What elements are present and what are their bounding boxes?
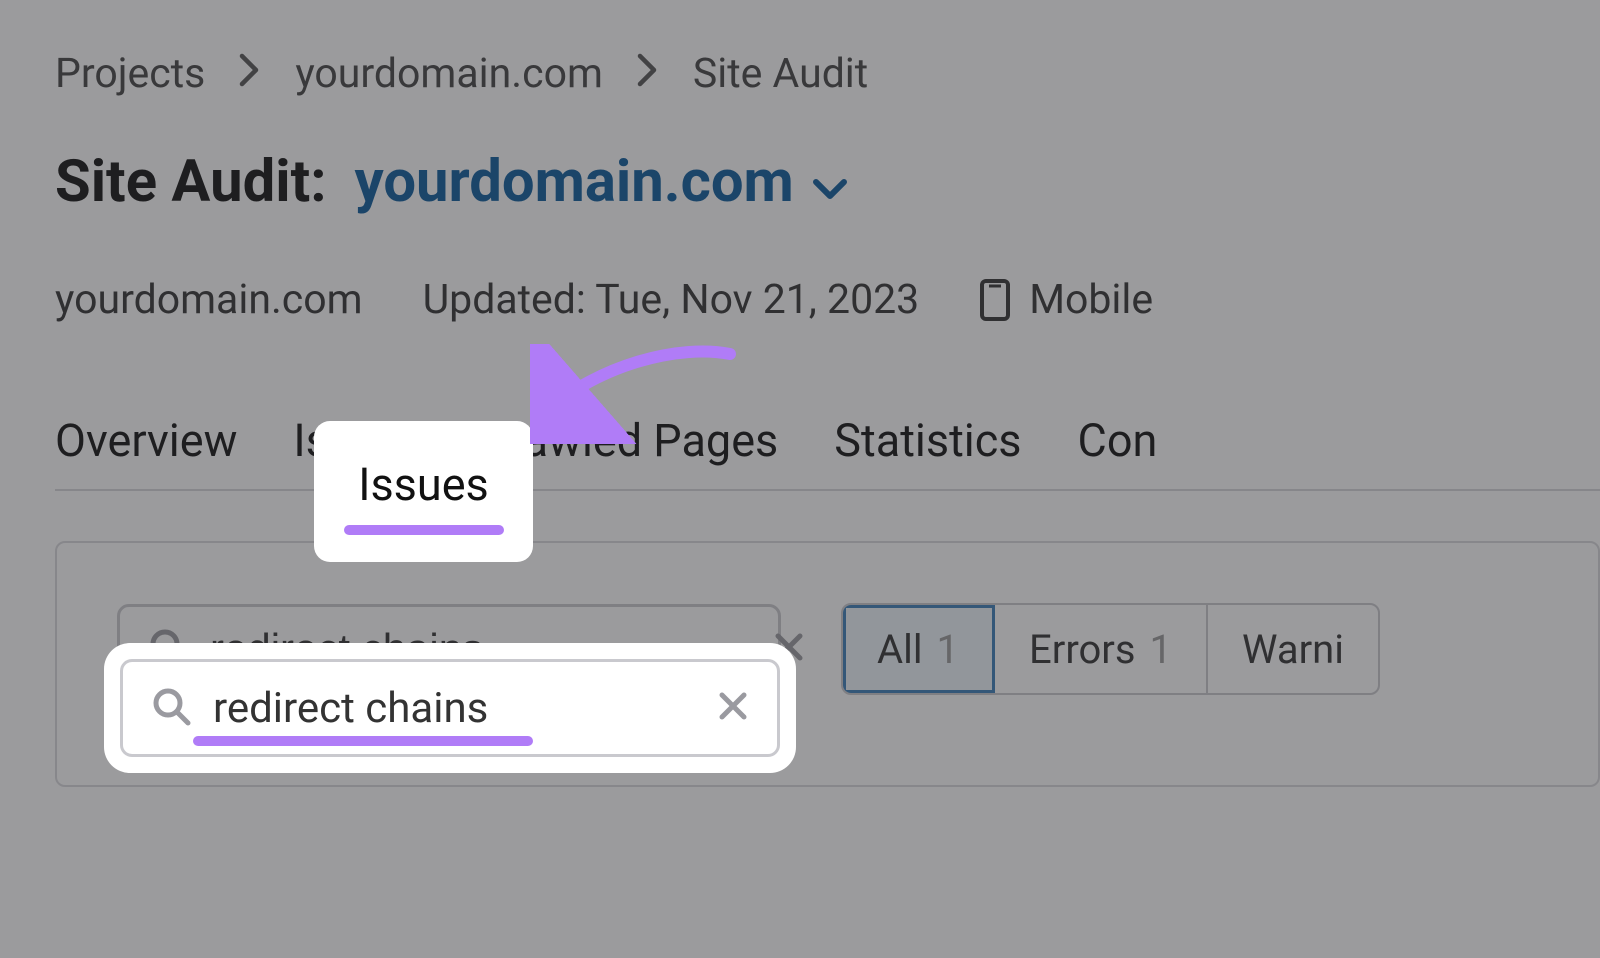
chevron-right-icon	[239, 50, 261, 98]
filter-warnings-label: Warni	[1242, 626, 1344, 673]
meta-device: Mobile	[979, 276, 1153, 324]
filter-all[interactable]: All 1	[843, 605, 995, 693]
search-icon	[151, 686, 191, 730]
meta-row: yourdomain.com Updated: Tue, Nov 21, 202…	[55, 276, 1600, 324]
breadcrumb-section: Site Audit	[693, 50, 868, 98]
filter-errors-label: Errors	[1029, 626, 1135, 673]
search-input-wrap-highlight: redirect chains	[120, 659, 780, 757]
project-selector[interactable]: yourdomain.com	[355, 148, 848, 216]
filter-errors-count: 1	[1150, 626, 1172, 673]
highlight-underline	[193, 736, 533, 746]
breadcrumb-projects[interactable]: Projects	[55, 50, 205, 98]
tabs: Overview Issues Crawled Pages Statistics…	[55, 414, 1600, 491]
highlight-search: redirect chains	[110, 649, 790, 767]
breadcrumb-domain[interactable]: yourdomain.com	[295, 50, 603, 98]
filter-errors[interactable]: Errors 1	[995, 605, 1208, 693]
chevron-down-icon	[812, 148, 848, 216]
meta-updated: Updated: Tue, Nov 21, 2023	[423, 276, 920, 324]
breadcrumb: Projects yourdomain.com Site Audit	[55, 50, 1600, 98]
tab-issues-highlight-label[interactable]: Issues	[358, 458, 489, 511]
chevron-right-icon	[637, 50, 659, 98]
filter-all-label: All	[877, 626, 923, 673]
page-title-label: Site Audit:	[55, 148, 327, 216]
mobile-icon	[979, 278, 1011, 322]
filter-all-count: 1	[937, 626, 959, 673]
tab-statistics[interactable]: Statistics	[834, 414, 1021, 467]
tab-overview[interactable]: Overview	[55, 414, 237, 467]
clear-search-icon[interactable]	[717, 690, 749, 726]
meta-domain: yourdomain.com	[55, 276, 363, 324]
tab-compared[interactable]: Con	[1078, 414, 1158, 467]
filter-group: All 1 Errors 1 Warni	[841, 603, 1380, 695]
filter-warnings[interactable]: Warni	[1208, 605, 1378, 693]
highlight-issues-tab: Issues	[320, 427, 527, 556]
page-title: Site Audit: yourdomain.com	[55, 148, 1600, 216]
meta-device-label: Mobile	[1029, 276, 1153, 324]
search-input-text[interactable]: redirect chains	[213, 684, 695, 733]
highlight-underline	[344, 525, 504, 535]
project-selector-label: yourdomain.com	[355, 148, 794, 216]
